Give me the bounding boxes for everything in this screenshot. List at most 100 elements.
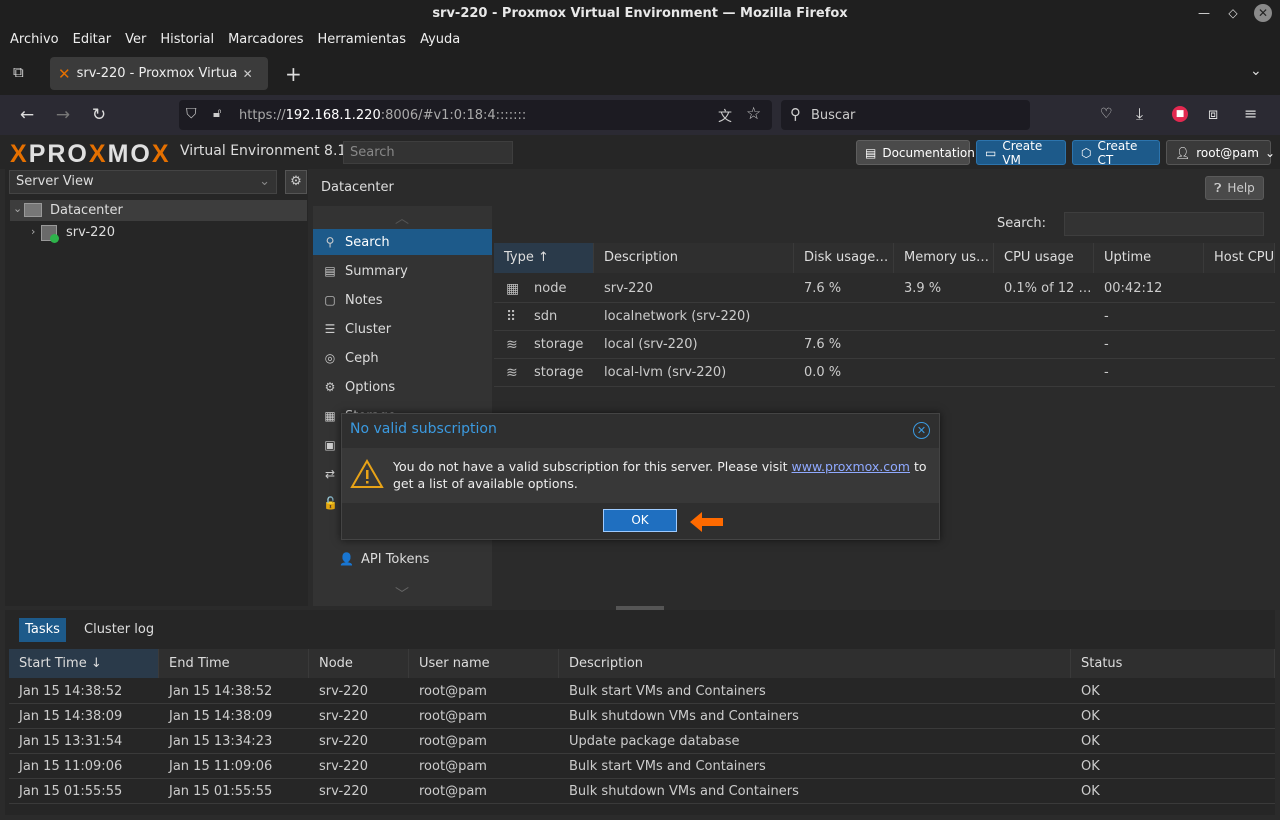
help-button[interactable]: ❓︎ Help <box>1205 176 1264 200</box>
restore-button[interactable]: ◇ <box>1224 4 1242 22</box>
browser-search-bar[interactable]: Buscar <box>781 100 1030 130</box>
addon-lock-icon[interactable]: ■ <box>1172 106 1188 122</box>
url-bar[interactable]: https://192.168.1.220:8006/#v1:0:18:4:::… <box>179 100 772 130</box>
grid-cell-type: storage <box>534 365 584 380</box>
menu-editar[interactable]: Editar <box>73 32 112 47</box>
grid-header-5[interactable]: Uptime <box>1094 243 1204 273</box>
grid-cell-cpu <box>994 359 1094 387</box>
grid-header-0[interactable]: Type ↑ <box>494 243 594 273</box>
proxmox-logo: XPROXMOX <box>10 140 171 168</box>
lock-warning-icon[interactable]: 🔓︎ <box>213 106 221 121</box>
menu-item-summary[interactable]: ▤ Summary <box>313 258 492 284</box>
task-row[interactable]: Jan 15 11:09:06 Jan 15 11:09:06 srv-220 roo… <box>9 754 1275 779</box>
dialog-close-icon[interactable]: ✕ <box>913 422 930 439</box>
grid-cell-disk: 7.6 % <box>804 281 842 296</box>
tab-overview-icon[interactable]: ⧉ <box>13 63 24 81</box>
grid-search-input[interactable] <box>1064 212 1264 236</box>
new-tab-icon[interactable]: + <box>285 62 302 86</box>
back-icon[interactable]: ← <box>16 104 38 126</box>
bookmark-star-icon[interactable]: ☆ <box>746 104 761 124</box>
create-vm-button[interactable]: ▭ Create VM <box>976 139 1066 167</box>
user-menu-button[interactable]: 👤︎ root@pam ⌄ <box>1166 140 1275 165</box>
task-header-1[interactable]: End Time <box>159 649 309 678</box>
shield-icon[interactable]: ⛉ <box>186 106 197 122</box>
task-cell-end: Jan 15 14:38:09 <box>169 709 273 724</box>
menu-herramientas[interactable]: Herramientas <box>318 32 407 47</box>
task-row[interactable]: Jan 15 13:31:54 Jan 15 13:34:23 srv-220 roo… <box>9 729 1275 754</box>
extensions-icon[interactable]: ⧈ <box>1208 104 1218 124</box>
task-header-2[interactable]: Node <box>309 649 409 678</box>
task-row[interactable]: Jan 15 01:55:55 Jan 15 01:55:55 srv-220 roo… <box>9 779 1275 804</box>
hamburger-menu-icon[interactable]: ≡ <box>1244 104 1257 123</box>
scroll-up-chevron-icon[interactable]: ︿ <box>395 208 409 228</box>
menu-historial[interactable]: Historial <box>160 32 214 47</box>
grid-search-label: Search: <box>997 216 1047 231</box>
menu-ver[interactable]: Ver <box>125 32 146 47</box>
task-header-5[interactable]: Status <box>1071 649 1275 678</box>
grid-header-4[interactable]: CPU usage <box>994 243 1094 273</box>
window-title: srv-220 - Proxmox Virtual Environment — … <box>432 6 848 21</box>
task-cell-end: Jan 15 14:38:52 <box>169 684 273 699</box>
task-cell-status: OK <box>1081 734 1100 749</box>
tab-tasks[interactable]: Tasks <box>19 618 66 642</box>
global-search-input[interactable]: Search <box>343 141 513 164</box>
grid-row[interactable]: ⠿ sdn localnetwork (srv-220) - <box>494 303 1275 331</box>
tree-settings-button[interactable]: ⚙ <box>285 170 307 194</box>
grid-cell-type: storage <box>534 337 584 352</box>
task-header-0[interactable]: Start Time ↓ <box>9 649 159 678</box>
task-cell-node: srv-220 <box>319 709 368 724</box>
task-cell-user: root@pam <box>419 734 487 749</box>
browser-tab[interactable]: ✕ srv-220 - Proxmox Virtual Environment … <box>50 57 268 90</box>
task-header-3[interactable]: User name <box>409 649 559 678</box>
menu-marcadores[interactable]: Marcadores <box>228 32 303 47</box>
downloads-icon[interactable]: ⤓ <box>1136 104 1143 124</box>
close-tab-icon[interactable]: ✕ <box>243 67 253 81</box>
menu-item-ceph[interactable]: ◎ Ceph <box>313 345 492 371</box>
grid-header-3[interactable]: Memory us… <box>894 243 994 273</box>
proxmox-link[interactable]: www.proxmox.com <box>792 459 910 474</box>
tab-cluster-log[interactable]: Cluster log <box>84 622 154 637</box>
view-selector[interactable]: Server View ⌄ <box>9 170 277 194</box>
options-icon: ⚙ <box>324 380 336 394</box>
task-row[interactable]: Jan 15 14:38:09 Jan 15 14:38:09 srv-220 roo… <box>9 704 1275 729</box>
task-cell-user: root@pam <box>419 709 487 724</box>
ok-button[interactable]: OK <box>603 509 677 532</box>
menu-item-api-tokens[interactable]: 👤 API Tokens <box>313 546 492 572</box>
task-cell-end: Jan 15 11:09:06 <box>169 759 273 774</box>
minimize-button[interactable]: — <box>1195 4 1213 22</box>
grid-row[interactable]: ▦ node srv-220 7.6 % 3.9 % 0.1% of 12 … 00:42:… <box>494 275 1275 303</box>
documentation-button[interactable]: ▤ Documentation <box>856 140 975 165</box>
pocket-icon[interactable]: ♡ <box>1100 106 1113 122</box>
grid-cell-description: local-lvm (srv-220) <box>604 365 727 380</box>
create-ct-button[interactable]: ⬡ Create CT <box>1072 139 1160 167</box>
expand-chevron-icon[interactable]: ⌄ <box>13 202 22 215</box>
task-header-4[interactable]: Description <box>559 649 1071 678</box>
menu-item-search[interactable]: ⚲ Search <box>313 229 492 255</box>
grid-header-6[interactable]: Host CPU <box>1204 243 1275 273</box>
task-row[interactable]: Jan 15 14:38:52 Jan 15 14:38:52 srv-220 roo… <box>9 679 1275 704</box>
translate-icon[interactable]: 文 <box>718 106 732 126</box>
forward-icon[interactable]: → <box>52 104 74 126</box>
chevron-down-icon: ⌄ <box>1264 145 1276 160</box>
grid-row[interactable]: ≋ storage local-lvm (srv-220) 0.0 % - <box>494 359 1275 387</box>
task-cell-end: Jan 15 13:34:23 <box>169 734 273 749</box>
grid-header-2[interactable]: Disk usage… <box>794 243 894 273</box>
tree-node-datacenter[interactable]: Datacenter <box>10 200 307 221</box>
grid-cell-description: local (srv-220) <box>604 337 698 352</box>
dialog-message: You do not have a valid subscription for… <box>393 459 927 491</box>
row-type-icon: ≋ <box>506 365 518 381</box>
menu-item-cluster[interactable]: ☰ Cluster <box>313 316 492 342</box>
scroll-down-chevron-icon[interactable]: ﹀ <box>395 584 409 604</box>
menu-archivo[interactable]: Archivo <box>10 32 59 47</box>
tab-list-chevron-icon[interactable]: ⌄ <box>1250 63 1262 79</box>
close-window-button[interactable]: ✕ <box>1254 4 1272 22</box>
book-icon: ▤ <box>865 145 877 160</box>
menu-item-notes[interactable]: ▢ Notes <box>313 287 492 313</box>
menu-ayuda[interactable]: Ayuda <box>420 32 460 47</box>
menu-item-options[interactable]: ⚙ Options <box>313 374 492 400</box>
grid-row[interactable]: ≋ storage local (srv-220) 7.6 % - <box>494 331 1275 359</box>
reload-icon[interactable]: ↻ <box>88 104 110 126</box>
task-cell-start: Jan 15 01:55:55 <box>19 784 123 799</box>
collapse-chevron-icon[interactable]: › <box>31 225 35 238</box>
grid-header-1[interactable]: Description <box>594 243 794 273</box>
